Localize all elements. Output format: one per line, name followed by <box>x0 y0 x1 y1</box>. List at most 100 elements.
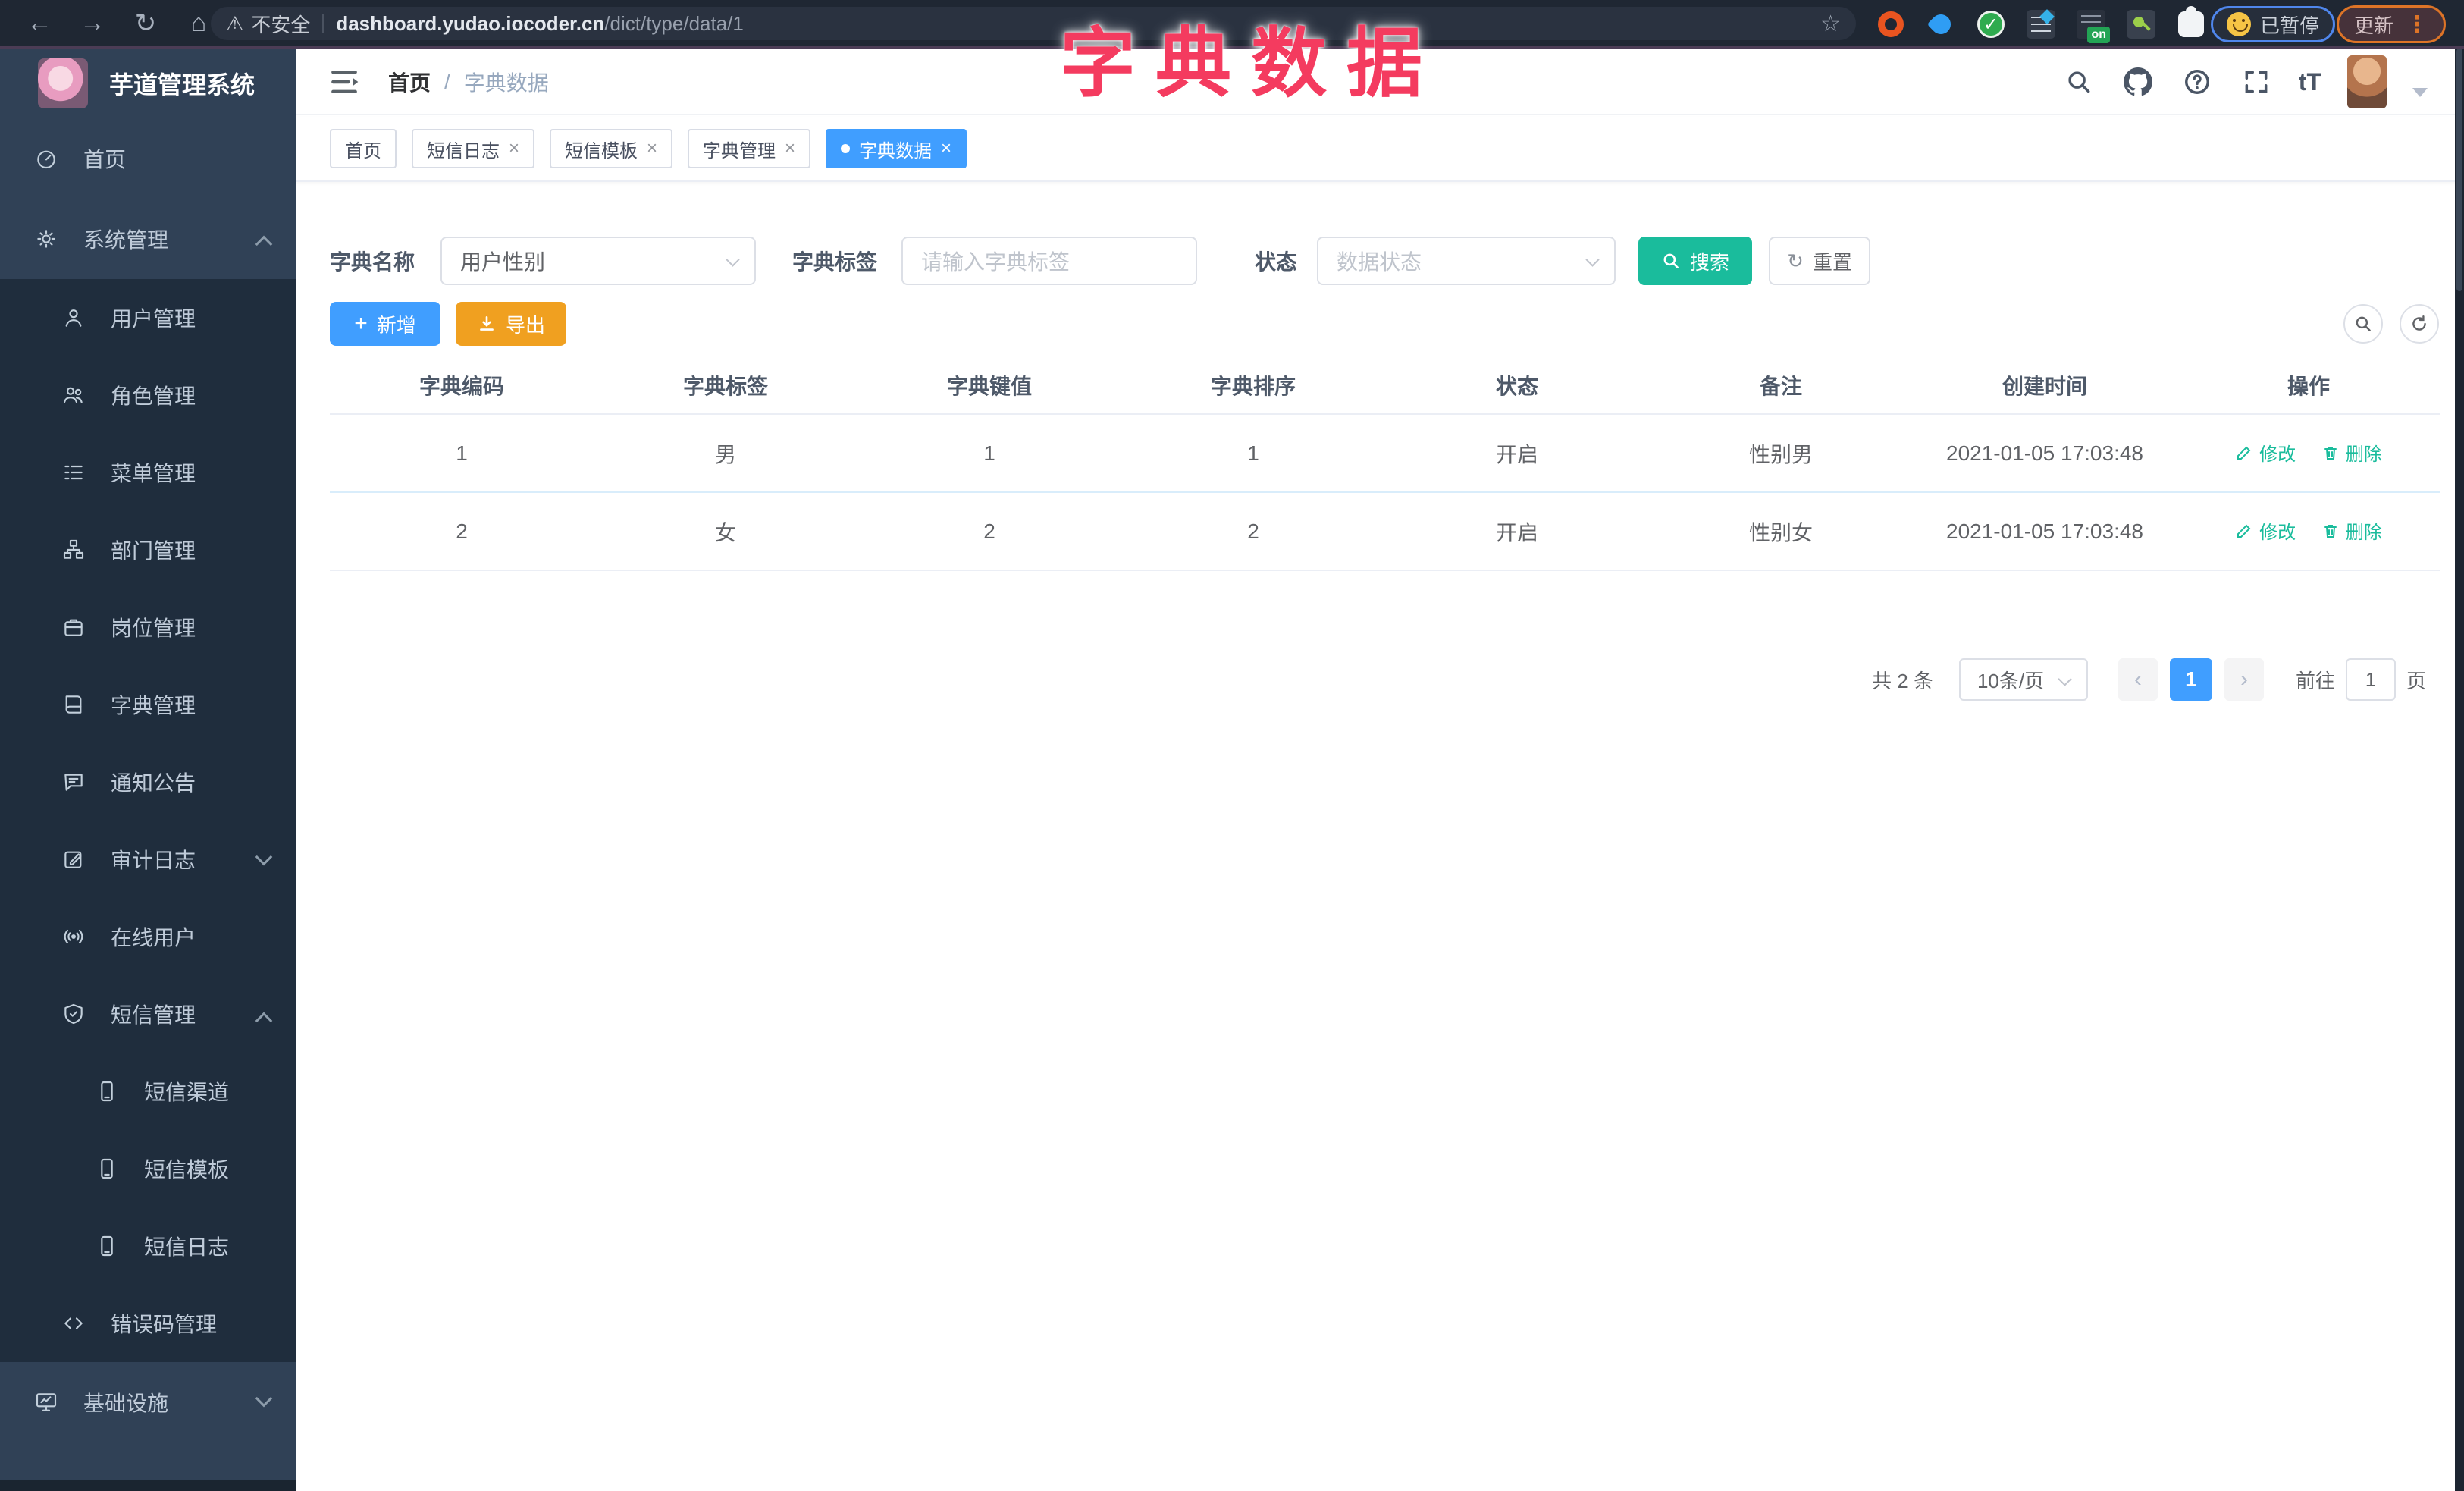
sidebar-item-sms-log[interactable]: 短信日志 <box>0 1207 296 1285</box>
edit-button[interactable]: 修改 <box>2235 439 2296 466</box>
sidebar-item-sms-template[interactable]: 短信模板 <box>0 1130 296 1207</box>
sidebar-item-error-code[interactable]: 错误码管理 <box>0 1285 296 1362</box>
search-icon[interactable] <box>2062 65 2096 99</box>
tab-dict-mgmt[interactable]: 字典管理 × <box>688 129 811 168</box>
extension-drop-icon[interactable] <box>1926 9 1956 39</box>
phone-icon <box>94 1233 120 1259</box>
status-label: 状态 <box>1255 250 1298 274</box>
dict-tag-input[interactable]: 请输入字典标签 <box>901 237 1198 285</box>
sidebar-item-post-mgmt[interactable]: 岗位管理 <box>0 589 296 666</box>
search-button[interactable]: 搜索 <box>1638 237 1753 285</box>
sidebar-item-menu-mgmt[interactable]: 菜单管理 <box>0 434 296 511</box>
font-size-icon[interactable]: tT <box>2299 68 2321 96</box>
close-icon[interactable]: × <box>941 138 951 159</box>
sidebar-item-dict-mgmt[interactable]: 字典管理 <box>0 666 296 743</box>
back-icon[interactable]: ← <box>23 8 56 38</box>
sidebar-item-dept-mgmt[interactable]: 部门管理 <box>0 511 296 589</box>
sidebar-item-role-mgmt[interactable]: 角色管理 <box>0 356 296 434</box>
tab-home[interactable]: 首页 <box>330 129 397 168</box>
paused-badge[interactable]: 已暂停 <box>2210 6 2335 42</box>
sidebar-item-label: 字典管理 <box>111 694 196 717</box>
github-icon[interactable] <box>2121 65 2155 99</box>
dict-name-select[interactable]: 用户性别 <box>440 237 757 285</box>
extension-key-icon[interactable] <box>2126 9 2156 39</box>
sidebar-item-label: 短信管理 <box>111 1003 196 1027</box>
help-icon[interactable] <box>2180 65 2214 99</box>
bookmark-star-icon[interactable]: ☆ <box>1820 11 1841 37</box>
window-scrollbar[interactable] <box>2455 49 2464 1491</box>
reload-icon[interactable]: ↻ <box>129 8 162 39</box>
delete-button[interactable]: 删除 <box>2321 439 2382 466</box>
tab-sms-template[interactable]: 短信模板 × <box>550 129 673 168</box>
cell-value: 1 <box>857 414 1121 493</box>
sidebar-item-label: 首页 <box>83 148 127 171</box>
next-page-button[interactable]: › <box>2224 658 2264 701</box>
close-icon[interactable]: × <box>509 138 519 159</box>
sidebar-item-notice[interactable]: 通知公告 <box>0 743 296 821</box>
dashboard-icon <box>33 146 59 171</box>
sidebar-item-label: 岗位管理 <box>111 617 196 640</box>
page-number-button[interactable]: 1 <box>2169 658 2212 701</box>
close-icon[interactable]: × <box>785 138 795 159</box>
browser-nav: ← → ↻ ⌂ <box>0 8 215 39</box>
avatar[interactable] <box>2347 55 2387 108</box>
sidebar-logo[interactable]: 芋道管理系统 <box>0 49 296 118</box>
trash-icon <box>2324 446 2337 460</box>
dict-data-table: 字典编码 字典标签 字典键值 字典排序 状态 备注 创建时间 操作 1 男 1 <box>330 356 2440 571</box>
extension-check-icon[interactable]: ✓ <box>1976 9 2006 39</box>
dict-name-value: 用户性别 <box>460 250 546 274</box>
monitor-icon <box>33 1389 59 1415</box>
phone-icon <box>94 1078 120 1104</box>
close-icon[interactable]: × <box>647 138 657 159</box>
delete-label: 删除 <box>2345 444 2382 466</box>
tab-dict-data[interactable]: 字典数据 × <box>826 129 967 168</box>
pagination: 共 2 条 10条/页 ‹ 1 › 前往 1 页 <box>1872 655 2426 704</box>
sidebar-item-sms-mgmt[interactable]: 短信管理 <box>0 975 296 1053</box>
chrome-menu-icon[interactable]: ⋮ <box>2406 11 2428 38</box>
sidebar-item-user-mgmt[interactable]: 用户管理 <box>0 279 296 356</box>
goto-page-input[interactable]: 1 <box>2345 658 2396 701</box>
cell-code: 2 <box>330 492 594 571</box>
breadcrumb-home[interactable]: 首页 <box>388 67 431 97</box>
hamburger-icon[interactable] <box>328 65 361 99</box>
cell-actions: 修改 删除 <box>2177 492 2440 571</box>
refresh-button[interactable] <box>2400 304 2439 344</box>
add-button[interactable]: + 新增 <box>330 302 440 346</box>
delete-label: 删除 <box>2345 523 2382 544</box>
sidebar-item-system-mgmt[interactable]: 系统管理 <box>0 199 296 279</box>
page-size-select[interactable]: 10条/页 <box>1958 658 2088 701</box>
export-button[interactable]: 导出 <box>456 302 566 346</box>
online-signal-icon <box>61 924 86 950</box>
reset-button-label: 重置 <box>1812 250 1852 274</box>
toggle-search-button[interactable] <box>2343 304 2383 344</box>
forward-icon[interactable]: → <box>76 8 109 38</box>
extension-puzzle-icon[interactable] <box>2176 6 2206 39</box>
sidebar-item-home[interactable]: 首页 <box>0 118 296 199</box>
edit-button[interactable]: 修改 <box>2235 517 2296 544</box>
prev-page-button[interactable]: ‹ <box>2118 658 2158 701</box>
scrollbar-thumb[interactable] <box>2456 49 2462 291</box>
extension-slider-icon[interactable] <box>2026 9 2056 39</box>
chevron-down-icon[interactable] <box>2412 88 2428 97</box>
status-select[interactable]: 数据状态 <box>1317 237 1616 285</box>
security-label[interactable]: 不安全 <box>251 10 310 38</box>
sidebar-item-audit-log[interactable]: 审计日志 <box>0 821 296 898</box>
breadcrumb-separator: / <box>444 70 450 93</box>
sidebar-item-online-users[interactable]: 在线用户 <box>0 898 296 975</box>
chevron-down-icon <box>255 848 273 866</box>
reset-button[interactable]: ↻ 重置 <box>1769 237 1871 285</box>
fullscreen-icon[interactable] <box>2240 65 2273 99</box>
url-bar[interactable]: ⚠ 不安全 dashboard.yudao.iocoder.cn /dict/t… <box>211 7 1856 40</box>
tab-sms-log[interactable]: 短信日志 × <box>412 129 535 168</box>
cell-remark: 性别女 <box>1649 492 1913 571</box>
extension-ubuntu-icon[interactable] <box>1876 9 1906 39</box>
extension-on-icon[interactable]: on <box>2076 9 2110 43</box>
tags-view: 首页 短信日志 × 短信模板 × 字典管理 × 字典数据 × <box>296 117 2464 182</box>
sidebar-item-infra[interactable]: 基础设施 <box>0 1362 296 1442</box>
search-icon <box>1663 253 1679 268</box>
update-button[interactable]: 更新 ⋮ <box>2336 5 2446 43</box>
table-toolbar: + 新增 导出 <box>330 302 2439 346</box>
sidebar-item-sms-channel[interactable]: 短信渠道 <box>0 1053 296 1130</box>
security-warning-icon: ⚠ <box>226 11 244 35</box>
delete-button[interactable]: 删除 <box>2321 517 2382 544</box>
